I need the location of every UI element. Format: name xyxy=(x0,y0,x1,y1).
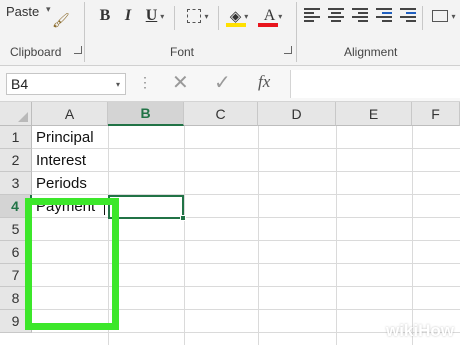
chevron-down-icon: ▾ xyxy=(278,11,283,21)
clipboard-launcher-icon[interactable] xyxy=(74,46,82,54)
column-header-f[interactable]: F xyxy=(412,102,460,126)
fill-handle[interactable] xyxy=(180,215,186,221)
align-right-icon[interactable] xyxy=(352,8,368,22)
fill-color-swatch xyxy=(226,23,246,27)
chevron-down-icon: ▾ xyxy=(160,11,165,21)
merge-icon xyxy=(432,10,449,22)
name-box-value: B4 xyxy=(11,76,29,92)
cancel-icon[interactable]: ✕ xyxy=(172,70,189,95)
font-group-label: Font xyxy=(170,45,195,59)
align-center-icon[interactable] xyxy=(328,8,344,22)
divider xyxy=(218,6,219,30)
bold-button[interactable]: B xyxy=(94,5,116,27)
watermark-how: How xyxy=(418,321,454,340)
divider xyxy=(174,6,175,30)
name-box[interactable]: B4 ▾ xyxy=(6,73,126,95)
ribbon: Paste ▾ 🖌 B I U ▾ ▾ ◈ ▾ A ▾ ▾ Clipboard … xyxy=(0,0,460,66)
italic-button[interactable]: I xyxy=(118,5,138,27)
row-header-2[interactable]: 2 xyxy=(0,149,32,172)
paste-dropdown-icon[interactable]: ▾ xyxy=(46,4,51,15)
gridline xyxy=(184,126,185,345)
column-header-d[interactable]: D xyxy=(258,102,336,126)
decrease-indent-icon[interactable] xyxy=(376,8,392,22)
cell-a1[interactable]: Principal xyxy=(36,126,94,149)
column-header-a[interactable]: A xyxy=(32,102,108,126)
cell-a3[interactable]: Periods xyxy=(36,172,87,195)
underline-button[interactable]: U ▾ xyxy=(140,5,170,27)
watermark-wiki: wiki xyxy=(385,321,419,340)
wikihow-watermark: wikiHow xyxy=(386,321,454,341)
font-launcher-icon[interactable] xyxy=(284,46,292,54)
enter-icon[interactable]: ✓ xyxy=(214,70,231,95)
chevron-down-icon[interactable]: ▾ xyxy=(116,80,120,89)
clipboard-group-label: Clipboard xyxy=(10,45,62,59)
column-header-c[interactable]: C xyxy=(184,102,258,126)
underline-label: U xyxy=(145,7,158,24)
chevron-down-icon: ▾ xyxy=(204,11,209,21)
formula-bar: B4 ▾ ⋮ ✕ ✓ fx xyxy=(0,66,460,102)
gridline xyxy=(32,171,460,172)
increase-indent-icon[interactable] xyxy=(400,8,416,22)
worksheet-grid[interactable]: A B C D E F 1 2 3 4 5 6 7 8 9 Principal … xyxy=(0,102,460,345)
select-all-icon xyxy=(18,112,28,122)
formula-input[interactable] xyxy=(290,70,460,98)
active-cell-b4[interactable] xyxy=(108,195,184,219)
resize-handle-icon[interactable]: ⋮ xyxy=(138,74,152,91)
paste-button[interactable]: Paste xyxy=(6,4,39,19)
cell-a2[interactable]: Interest xyxy=(36,149,86,172)
group-divider xyxy=(296,2,297,62)
insert-function-button[interactable]: fx xyxy=(258,72,270,92)
column-header-b[interactable]: B xyxy=(108,102,184,126)
align-left-icon[interactable] xyxy=(304,8,320,22)
chevron-down-icon: ▾ xyxy=(244,11,249,21)
column-header-e[interactable]: E xyxy=(336,102,412,126)
font-color-swatch xyxy=(258,23,278,27)
chevron-down-icon: ▾ xyxy=(451,11,456,21)
row-header-1[interactable]: 1 xyxy=(0,126,32,149)
gridline xyxy=(32,194,460,195)
select-all-button[interactable] xyxy=(0,102,32,126)
divider xyxy=(422,6,423,30)
format-painter-icon[interactable]: 🖌 xyxy=(52,12,70,29)
group-divider xyxy=(84,2,85,62)
merge-center-button[interactable]: ▾ xyxy=(428,5,460,27)
highlight-box xyxy=(25,198,119,330)
borders-icon xyxy=(187,9,202,23)
borders-button[interactable]: ▾ xyxy=(182,5,214,27)
gridline xyxy=(336,126,337,345)
gridline xyxy=(412,126,413,345)
gridline xyxy=(32,148,460,149)
alignment-group-label: Alignment xyxy=(344,45,398,59)
row-header-3[interactable]: 3 xyxy=(0,172,32,195)
gridline xyxy=(258,126,259,345)
